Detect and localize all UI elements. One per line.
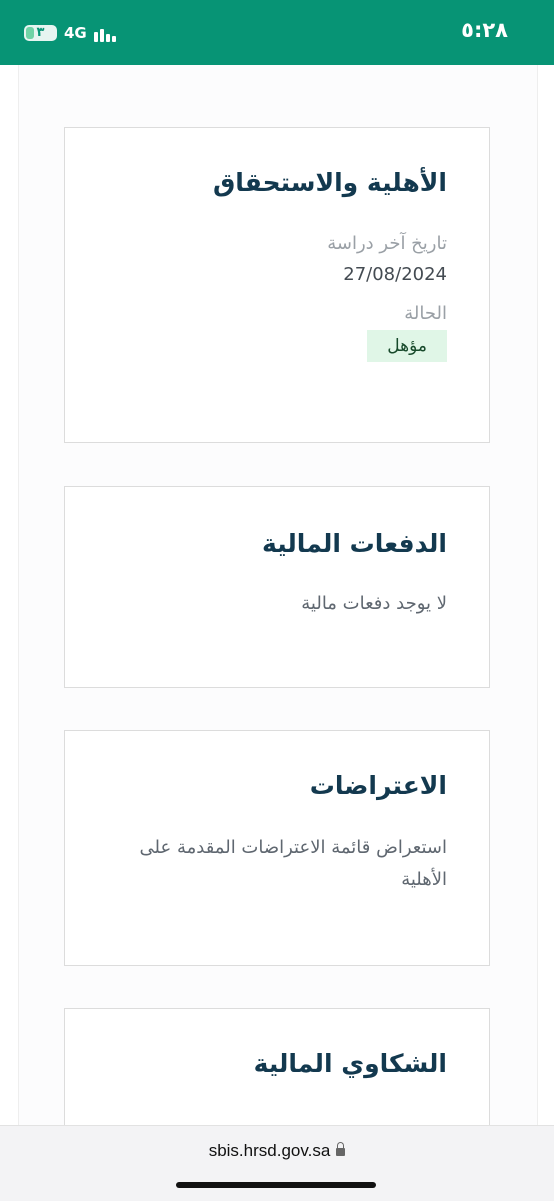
battery-icon: ٣	[24, 25, 57, 41]
url-field[interactable]: sbis.hrsd.gov.sa	[0, 1141, 554, 1161]
browser-address-bar[interactable]: sbis.hrsd.gov.sa	[0, 1125, 554, 1201]
home-indicator[interactable]	[176, 1182, 376, 1188]
status-bar: ٣ 4G ٥:٢٨	[0, 0, 554, 65]
url-text: sbis.hrsd.gov.sa	[208, 1141, 331, 1160]
payments-card[interactable]: الدفعات المالية لا يوجد دفعات مالية	[64, 486, 490, 688]
payments-description: لا يوجد دفعات مالية	[301, 593, 447, 614]
last-study-date: 27/08/2024	[343, 264, 447, 285]
complaints-card[interactable]: الشكاوي المالية	[64, 1008, 490, 1125]
status-label: الحالة	[404, 303, 447, 324]
page-content: الأهلية والاستحقاق تاريخ آخر دراسة 27/08…	[18, 65, 538, 1125]
lock-icon	[336, 1141, 346, 1156]
last-study-label: تاريخ آخر دراسة	[327, 233, 447, 254]
network-type: 4G	[64, 24, 87, 42]
status-badge: مؤهل	[367, 330, 447, 362]
complaints-title: الشكاوي المالية	[253, 1049, 447, 1078]
payments-title: الدفعات المالية	[262, 529, 447, 558]
objections-card[interactable]: الاعتراضات استعراض قائمة الاعتراضات المق…	[64, 730, 490, 966]
battery-level: ٣	[36, 25, 45, 40]
clock: ٥:٢٨	[461, 18, 508, 42]
objections-title: الاعتراضات	[309, 771, 447, 800]
signal-icon	[94, 24, 122, 42]
objections-description: استعراض قائمة الاعتراضات المقدمة على الأ…	[139, 837, 447, 890]
eligibility-card[interactable]: الأهلية والاستحقاق تاريخ آخر دراسة 27/08…	[64, 127, 490, 443]
eligibility-title: الأهلية والاستحقاق	[212, 168, 447, 197]
